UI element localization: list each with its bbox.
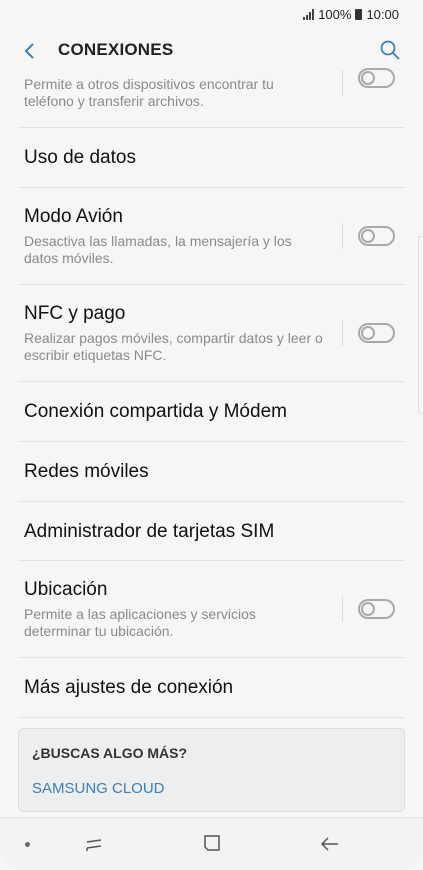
list-item-subtitle: Realizar pagos móviles, compartir datos … xyxy=(24,330,323,363)
back-arrow-icon[interactable] xyxy=(319,834,341,854)
list-item-title: Modo Avión xyxy=(24,206,123,227)
search-icon[interactable] xyxy=(379,39,401,61)
airplane-mode-toggle[interactable] xyxy=(358,226,395,246)
recent-apps-icon[interactable] xyxy=(84,834,104,854)
list-item-conexion-compartida[interactable]: Conexión compartida y Módem xyxy=(18,382,405,442)
list-item-subtitle: Permite a otros dispositivos encontrar t… xyxy=(24,76,274,109)
list-item-uso-de-datos[interactable]: Uso de datos xyxy=(18,128,405,188)
nav-dot-icon[interactable] xyxy=(25,842,30,847)
list-item-ubicacion[interactable]: Ubicación Permite a las aplicaciones y s… xyxy=(18,561,405,658)
list-item-sim-manager[interactable]: Administrador de tarjetas SIM xyxy=(18,502,405,561)
scroll-indicator[interactable] xyxy=(418,236,423,414)
list-item-title: Más ajustes de conexión xyxy=(24,677,234,698)
list-item-redes-moviles[interactable]: Redes móviles xyxy=(18,442,405,502)
list-item-title: Uso de datos xyxy=(24,147,136,168)
item-divider xyxy=(342,596,343,622)
suggestions-heading: ¿BUSCAS ALGO MÁS? xyxy=(32,745,188,761)
list-item-modo-avion[interactable]: Modo Avión Desactiva las llamadas, la me… xyxy=(18,188,405,285)
suggestions-card: ¿BUSCAS ALGO MÁS? SAMSUNG CLOUD xyxy=(18,728,405,812)
list-item-visibility[interactable]: Permite a otros dispositivos encontrar t… xyxy=(18,68,405,128)
home-icon[interactable] xyxy=(202,833,222,853)
list-item-mas-ajustes[interactable]: Más ajustes de conexión xyxy=(18,658,405,718)
app-header: CONEXIONES xyxy=(0,30,423,72)
location-toggle[interactable] xyxy=(358,599,395,619)
signal-icon xyxy=(303,8,315,20)
battery-icon xyxy=(355,8,363,20)
list-item-title: Ubicación xyxy=(24,579,108,600)
samsung-cloud-link[interactable]: SAMSUNG CLOUD xyxy=(32,780,165,797)
list-item-title: Conexión compartida y Módem xyxy=(24,401,287,422)
list-item-subtitle: Desactiva las llamadas, la mensajería y … xyxy=(24,233,292,266)
item-divider xyxy=(342,223,343,249)
clock: 10:00 xyxy=(366,6,399,22)
list-item-title: NFC y pago xyxy=(24,303,126,324)
status-bar: 100% 10:00 xyxy=(0,0,423,28)
nfc-toggle[interactable] xyxy=(358,323,395,343)
list-item-subtitle: Permite a las aplicaciones y servicios d… xyxy=(24,606,256,639)
chevron-left-icon[interactable] xyxy=(20,41,40,61)
list-item-nfc[interactable]: NFC y pago Realizar pagos móviles, compa… xyxy=(18,285,405,382)
battery-percentage: 100% xyxy=(318,6,352,22)
page-title: CONEXIONES xyxy=(58,40,174,59)
navigation-bar xyxy=(0,817,423,870)
item-divider xyxy=(342,70,343,96)
item-divider xyxy=(342,320,343,346)
list-item-title: Administrador de tarjetas SIM xyxy=(24,521,275,542)
visibility-toggle[interactable] xyxy=(358,68,395,88)
list-item-title: Redes móviles xyxy=(24,461,149,482)
